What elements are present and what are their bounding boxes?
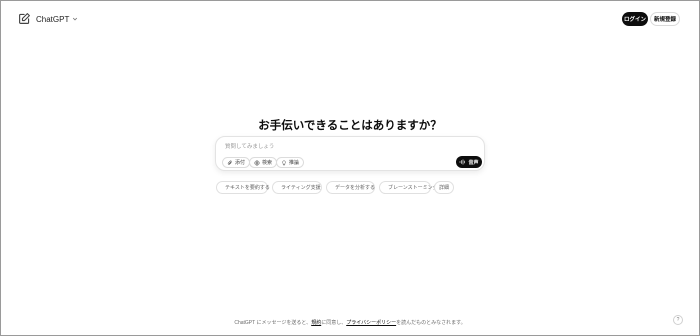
signup-button[interactable]: 新規登録 [650, 12, 680, 26]
footer-suffix: を読んだものとみなされます。 [396, 320, 466, 326]
waveform-icon [460, 159, 466, 165]
footer-disclaimer: ChatGPT にメッセージを送ると、規約に同意し、プライバシーポリシーを読んだ… [0, 319, 700, 326]
suggestion-more[interactable]: 詳細 [434, 181, 454, 194]
chevron-down-icon [73, 17, 78, 21]
suggestion-label: 詳細 [438, 185, 449, 191]
footer-prefix: ChatGPT にメッセージを送ると、 [234, 320, 312, 326]
globe-icon [254, 160, 260, 165]
prompt-composer: 質問してみましょう 添付 検索 推論 音声 [215, 136, 485, 171]
model-selector[interactable]: ChatGPT [36, 12, 78, 26]
suggestion-brainstorm[interactable]: ブレーンストーミング [379, 181, 438, 194]
terms-link[interactable]: 規約 [311, 320, 321, 326]
page-title: お手伝いできることはありますか？ [258, 120, 442, 132]
lightbulb-icon [282, 159, 286, 165]
search-button[interactable]: 検索 [249, 157, 278, 168]
suggestion-analyze[interactable]: データを分析する [326, 181, 375, 194]
suggestion-label: テキストを要約する [225, 185, 270, 191]
voice-button[interactable]: 音声 [456, 156, 482, 168]
attach-button[interactable]: 添付 [222, 157, 251, 168]
voice-label: 音声 [468, 159, 479, 166]
privacy-link[interactable]: プライバシーポリシー [346, 320, 396, 326]
reason-label: 推論 [289, 160, 300, 166]
suggestion-writing[interactable]: ライティング支援 [272, 181, 322, 194]
suggestion-label: ブレーンストーミング [388, 185, 438, 191]
suggestion-label: データを分析する [335, 185, 376, 191]
footer-middle: に同意し、 [321, 320, 347, 326]
prompt-input[interactable]: 質問してみましょう [225, 142, 274, 150]
login-button[interactable]: ログイン [622, 12, 648, 26]
paperclip-icon [227, 160, 232, 165]
top-bar: ChatGPT ログイン 新規登録 [0, 0, 700, 36]
attach-label: 添付 [235, 160, 246, 166]
new-chat-icon[interactable] [18, 12, 31, 25]
suggestion-label: ライティング支援 [281, 185, 321, 191]
search-label: 検索 [262, 160, 273, 166]
reason-button[interactable]: 推論 [276, 157, 305, 168]
suggestion-summarize[interactable]: テキストを要約する [216, 181, 270, 194]
help-button[interactable]: ? [673, 315, 683, 325]
model-name: ChatGPT [36, 14, 70, 24]
